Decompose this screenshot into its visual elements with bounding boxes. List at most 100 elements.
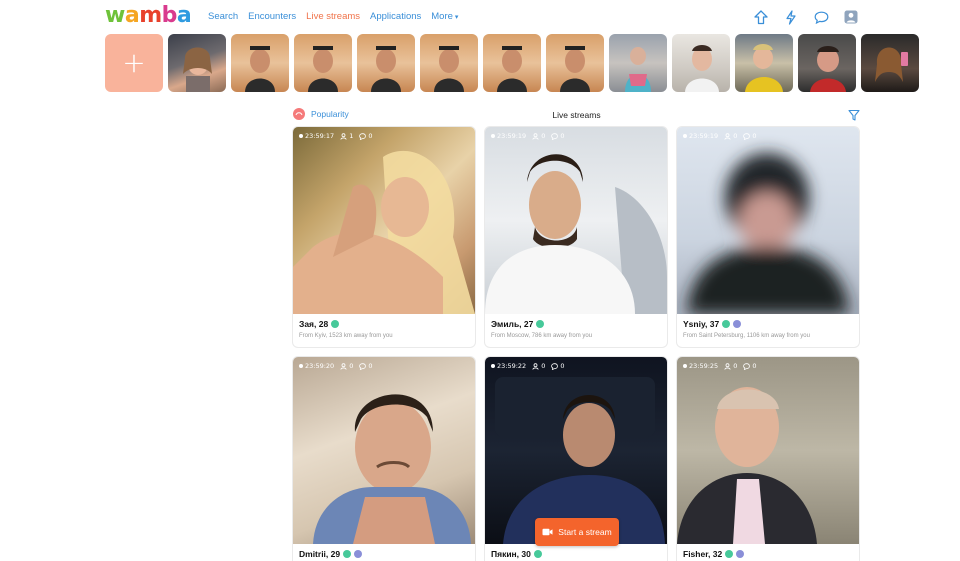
story-avatar[interactable]	[798, 34, 856, 92]
live-timer: 23:59:20	[299, 362, 334, 370]
chat-bubble-icon[interactable]	[812, 8, 830, 26]
online-status-icon	[722, 320, 731, 328]
timer-text: 23:59:17	[305, 132, 335, 140]
comment-count-text: 0	[368, 132, 373, 140]
online-status-icon	[536, 320, 545, 328]
story-avatar[interactable]	[546, 34, 604, 92]
viewer-count-text: 0	[349, 362, 354, 370]
viewer-count-text: 0	[733, 132, 738, 140]
timer-text: 23:59:22	[497, 362, 527, 370]
live-dot-icon	[683, 364, 687, 368]
nav-encounters[interactable]: Encounters	[248, 11, 296, 22]
viewer-count: 0	[532, 132, 545, 140]
comment-count-text: 0	[560, 362, 565, 370]
stream-photo	[677, 127, 859, 314]
story-avatar[interactable]	[231, 34, 289, 92]
live-timer: 23:59:22	[491, 362, 526, 370]
story-avatar[interactable]	[483, 34, 541, 92]
nav-live-streams[interactable]: Live streams	[306, 11, 360, 22]
online-status-icon	[725, 550, 734, 558]
story-avatar[interactable]	[357, 34, 415, 92]
streamer-location: From Saint Petersburg, 1106 km away from…	[683, 333, 810, 339]
streamer-name: Fisher, 32	[683, 549, 723, 559]
viewer-count-text: 0	[541, 132, 546, 140]
filter-row: Popularity Live streams	[293, 108, 860, 124]
stream-meta: 23:59:25 0 0	[683, 362, 756, 370]
comment-icon	[551, 132, 559, 140]
story-avatar[interactable]	[609, 34, 667, 92]
stream-photo	[677, 357, 859, 544]
stream-photo-art	[313, 394, 471, 544]
viewer-count: 0	[340, 362, 353, 370]
stream-card[interactable]: 23:59:17 1 0 Зая, 28 From Kyiv, 1523 km …	[293, 127, 475, 347]
comment-icon	[743, 362, 751, 370]
comment-count-text: 0	[752, 362, 757, 370]
online-status-icon	[343, 550, 352, 558]
nav-search[interactable]: Search	[208, 11, 238, 22]
viewer-count: 0	[532, 362, 545, 370]
viewer-count: 1	[340, 132, 353, 140]
stream-meta: 23:59:19 0 0	[683, 132, 756, 140]
logo-letter: a	[124, 3, 140, 28]
nav-applications[interactable]: Applications	[370, 11, 421, 22]
streamer-name-line: Dmitrii, 29	[299, 549, 469, 559]
story-avatar[interactable]	[168, 34, 226, 92]
viewer-count: 0	[724, 362, 737, 370]
live-dot-icon	[491, 364, 495, 368]
story-avatar[interactable]	[861, 34, 919, 92]
viewer-count-text: 0	[541, 362, 546, 370]
streamer-name-line: Пякин, 30	[491, 549, 661, 559]
lightning-icon[interactable]	[782, 8, 800, 26]
timer-text: 23:59:19	[497, 132, 527, 140]
wamba-logo[interactable]: wamba	[105, 3, 192, 28]
plus-icon: +	[122, 46, 146, 79]
live-dot-icon	[683, 134, 687, 138]
story-avatar[interactable]	[294, 34, 352, 92]
online-status-icon	[331, 320, 340, 328]
comment-count-text: 0	[368, 362, 373, 370]
comment-count: 0	[743, 362, 756, 370]
stream-meta: 23:59:19 0 0	[491, 132, 564, 140]
comment-count: 0	[359, 132, 372, 140]
live-dot-icon	[299, 134, 303, 138]
viewer-icon	[340, 362, 347, 370]
stream-info: Эмиль, 27 From Moscow, 786 km away from …	[485, 314, 667, 339]
streamer-name-line: Эмиль, 27	[491, 319, 661, 329]
online-status-icon	[533, 550, 542, 558]
stream-photo-art	[485, 154, 667, 314]
comment-count-text: 0	[560, 132, 565, 140]
page-title: Live streams	[552, 110, 601, 120]
stream-card[interactable]: 23:59:25 0 0 Fisher, 32	[677, 357, 859, 561]
stream-card[interactable]: 23:59:19 0 0 Эмиль, 27 From Moscow, 786 …	[485, 127, 667, 347]
live-timer: 23:59:19	[491, 132, 526, 140]
comment-icon	[743, 132, 751, 140]
streamer-name: Dmitrii, 29	[299, 549, 341, 559]
stream-info: Fisher, 32	[677, 544, 859, 559]
upload-icon[interactable]	[752, 8, 770, 26]
stream-photo	[485, 357, 667, 544]
stream-photo-art	[687, 153, 849, 314]
story-avatar[interactable]	[735, 34, 793, 92]
funnel-icon[interactable]	[848, 108, 860, 126]
comment-count: 0	[551, 132, 564, 140]
start-stream-button[interactable]: Start a stream	[535, 518, 619, 546]
comment-count: 0	[359, 362, 372, 370]
nav-more[interactable]: More ▾	[431, 11, 458, 22]
stories-row: +	[105, 34, 919, 92]
story-avatar[interactable]	[420, 34, 478, 92]
viewer-icon	[724, 362, 731, 370]
viewer-count: 0	[724, 132, 737, 140]
user-profile-icon[interactable]	[842, 8, 860, 26]
stream-card[interactable]: 23:59:19 0 0 Ysniy, 37 From Saint Peters…	[677, 127, 859, 347]
viewer-count-text: 1	[349, 132, 354, 140]
add-story-button[interactable]: +	[105, 34, 163, 92]
stream-info: Ysniy, 37 From Saint Petersburg, 1106 km…	[677, 314, 859, 339]
streamer-name: Пякин, 30	[491, 549, 531, 559]
stream-card[interactable]: 23:59:20 0 0 Dmitrii, 29	[293, 357, 475, 561]
live-timer: 23:59:25	[683, 362, 718, 370]
comment-icon	[551, 362, 559, 370]
timer-text: 23:59:19	[689, 132, 719, 140]
streamer-name-line: Зая, 28	[299, 319, 469, 329]
story-avatar[interactable]	[672, 34, 730, 92]
stream-photo	[485, 127, 667, 314]
